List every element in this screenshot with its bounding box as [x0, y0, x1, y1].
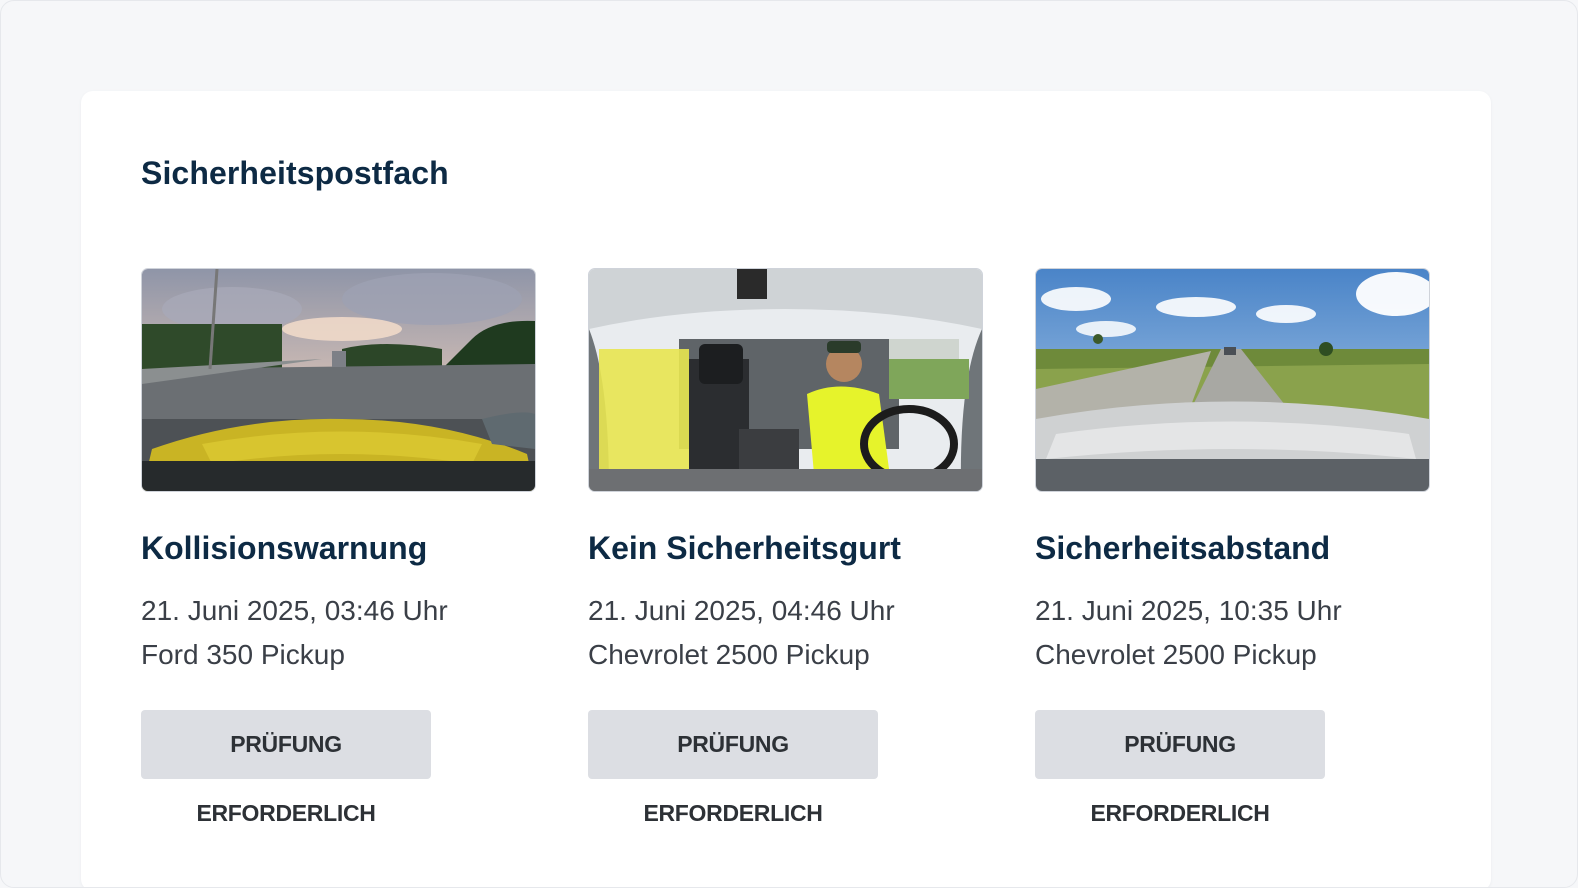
event-datetime: 21. Juni 2025, 04:46 Uhr [588, 595, 895, 626]
event-card[interactable]: Kein Sicherheitsgurt 21. Juni 2025, 04:4… [588, 268, 983, 826]
review-required-button[interactable]: PRÜFUNG ERFORDERLICH [1035, 710, 1325, 826]
event-meta: 21. Juni 2025, 04:46 Uhr Chevrolet 2500 … [588, 589, 983, 677]
event-vehicle: Chevrolet 2500 Pickup [1035, 639, 1317, 670]
event-card[interactable]: Sicherheitsabstand 21. Juni 2025, 10:35 … [1035, 268, 1430, 826]
event-title: Kein Sicherheitsgurt [588, 530, 901, 566]
dashcam-thumbnail[interactable] [141, 268, 536, 492]
event-title: Sicherheitsabstand [1035, 530, 1331, 566]
dashcam-thumbnail[interactable] [588, 268, 983, 492]
event-vehicle: Ford 350 Pickup [141, 639, 345, 670]
event-datetime: 21. Juni 2025, 03:46 Uhr [141, 595, 448, 626]
event-title: Kollisionswarnung [141, 530, 428, 566]
page-title: Sicherheitspostfach [141, 155, 449, 191]
event-grid: Kollisionswarnung 21. Juni 2025, 03:46 U… [141, 268, 1430, 826]
review-required-button[interactable]: PRÜFUNG ERFORDERLICH [141, 710, 431, 826]
page-frame: Sicherheitspostfach Kollisionswarnung 21… [0, 0, 1578, 888]
event-meta: 21. Juni 2025, 10:35 Uhr Chevrolet 2500 … [1035, 589, 1430, 677]
event-meta: 21. Juni 2025, 03:46 Uhr Ford 350 Pickup [141, 589, 536, 677]
event-card[interactable]: Kollisionswarnung 21. Juni 2025, 03:46 U… [141, 268, 536, 826]
event-vehicle: Chevrolet 2500 Pickup [588, 639, 870, 670]
review-required-button[interactable]: PRÜFUNG ERFORDERLICH [588, 710, 878, 826]
safety-inbox-card: Sicherheitspostfach Kollisionswarnung 21… [81, 91, 1491, 887]
dashcam-thumbnail[interactable] [1035, 268, 1430, 492]
event-datetime: 21. Juni 2025, 10:35 Uhr [1035, 595, 1342, 626]
